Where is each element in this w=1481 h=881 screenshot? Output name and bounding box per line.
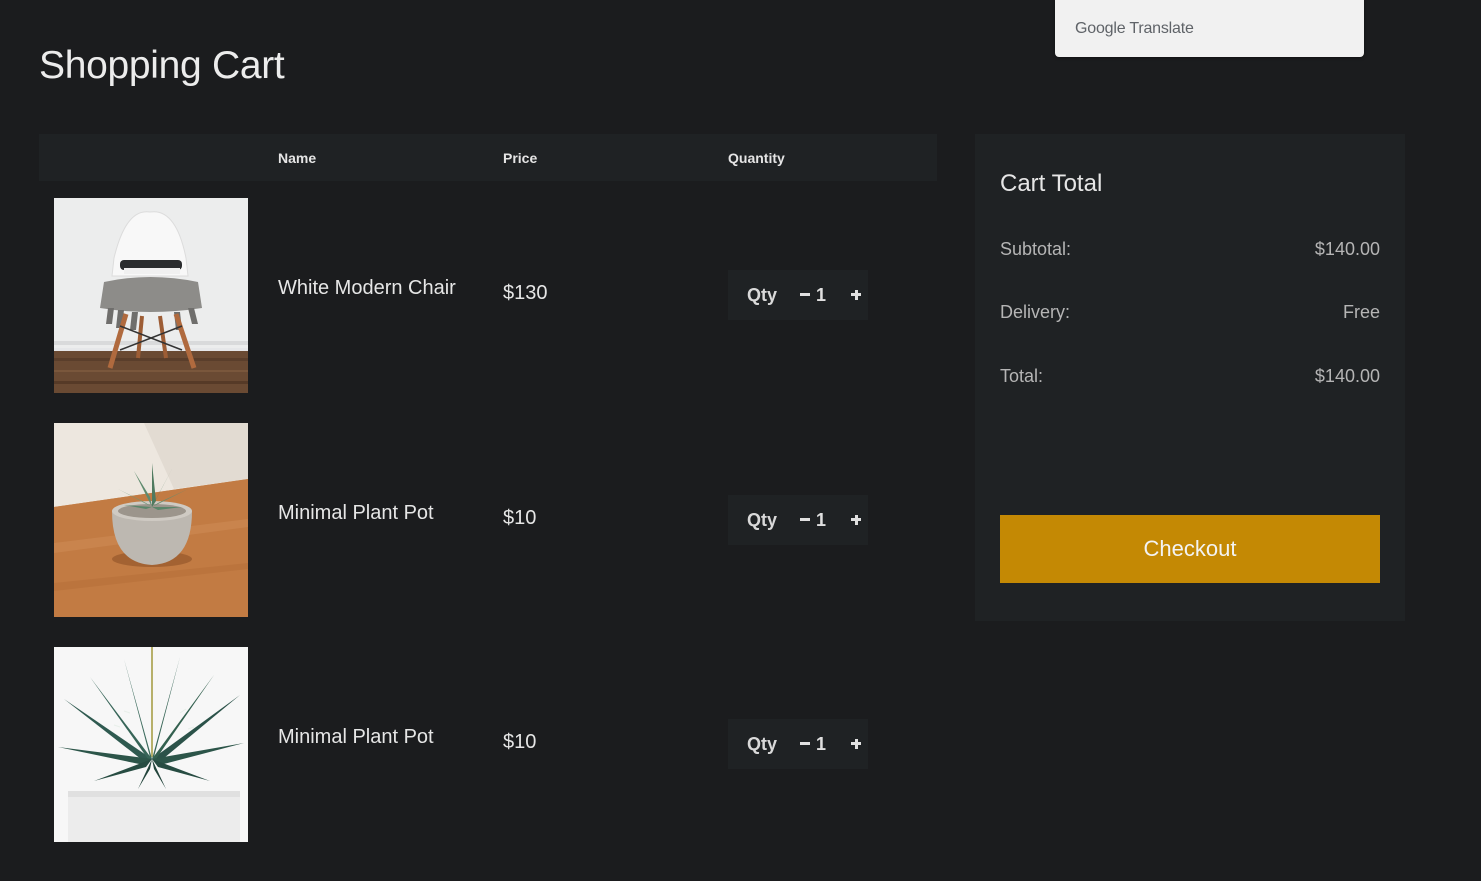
subtotal-label: Subtotal: bbox=[1000, 239, 1072, 259]
plus-icon[interactable] bbox=[848, 282, 864, 306]
plant-pot-photo[interactable] bbox=[54, 423, 248, 618]
column-header-price: Price bbox=[503, 150, 538, 166]
product-price: $10 bbox=[503, 731, 537, 753]
product-name[interactable]: Minimal Plant Pot bbox=[278, 726, 434, 749]
qty-label: Qty bbox=[747, 285, 778, 305]
cart-total-title: Cart Total bbox=[1000, 170, 1103, 197]
product-price: $10 bbox=[503, 507, 537, 529]
qty-label: Qty bbox=[747, 734, 778, 754]
checkout-button[interactable]: Checkout bbox=[1000, 515, 1380, 583]
qty-value[interactable]: 1 bbox=[816, 285, 826, 306]
qty-value[interactable]: 1 bbox=[816, 734, 826, 755]
minus-icon[interactable] bbox=[798, 731, 812, 755]
succulent-photo[interactable] bbox=[54, 647, 248, 842]
succulent-image bbox=[54, 647, 248, 842]
chair-photo[interactable] bbox=[54, 198, 248, 393]
qty-label: Qty bbox=[747, 510, 778, 530]
plus-icon[interactable] bbox=[848, 731, 864, 755]
plant-pot-image bbox=[54, 423, 248, 617]
minus-icon[interactable] bbox=[798, 507, 812, 531]
cart-row: White Modern Chair $130 Qty 1 bbox=[39, 198, 937, 393]
delivery-value: Free bbox=[1342, 302, 1380, 322]
cart-row: Minimal Plant Pot $10 Qty 1 bbox=[39, 423, 937, 618]
minus-icon[interactable] bbox=[798, 282, 812, 306]
subtotal-value: $140.00 bbox=[1314, 239, 1380, 259]
quantity-stepper: Qty 1 bbox=[728, 270, 868, 320]
quantity-stepper: Qty 1 bbox=[728, 495, 868, 545]
chair-image bbox=[54, 198, 248, 393]
product-name[interactable]: Minimal Plant Pot bbox=[278, 502, 434, 525]
cart-table-header: Name Price Quantity bbox=[39, 134, 937, 181]
delivery-label: Delivery: bbox=[1000, 302, 1071, 322]
google-translate-label: Google Translate bbox=[1075, 20, 1194, 37]
product-price: $130 bbox=[503, 282, 548, 304]
total-value: $140.00 bbox=[1314, 366, 1380, 386]
quantity-stepper: Qty 1 bbox=[728, 719, 868, 769]
product-name[interactable]: White Modern Chair bbox=[278, 277, 456, 300]
page-title: Shopping Cart bbox=[39, 44, 285, 87]
plus-icon[interactable] bbox=[848, 507, 864, 531]
cart-total-panel: Cart Total Subtotal: $140.00 Delivery: F… bbox=[975, 134, 1405, 621]
cart-row: Minimal Plant Pot $10 Qty 1 bbox=[39, 647, 937, 842]
qty-value[interactable]: 1 bbox=[816, 510, 826, 531]
google-translate-widget[interactable]: Google Translate bbox=[1055, 0, 1364, 57]
shopping-cart-page: Shopping Cart Google Translate Name Pric… bbox=[0, 0, 1481, 881]
column-header-name: Name bbox=[278, 150, 317, 166]
total-label: Total: bbox=[1000, 366, 1044, 386]
column-header-quantity: Quantity bbox=[728, 150, 785, 166]
